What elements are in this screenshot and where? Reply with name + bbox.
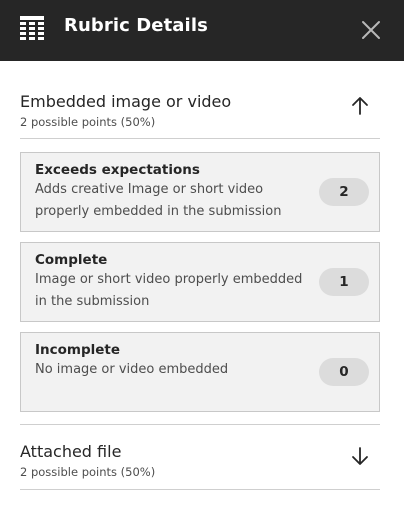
- section-divider: [20, 489, 380, 490]
- criterion-description: Image or short video properly embedded i…: [35, 272, 303, 309]
- criterion-name: Exceeds expectations: [35, 162, 200, 178]
- criterion-complete[interactable]: Complete Image or short video properly e…: [20, 242, 380, 322]
- criterion-name: Incomplete: [35, 342, 121, 358]
- expand-section-button[interactable]: [346, 442, 374, 470]
- criterion-exceeds-expectations[interactable]: Exceeds expectations Adds creative Image…: [20, 152, 380, 232]
- section-embedded-image: Embedded image or video 2 possible point…: [20, 92, 380, 129]
- rubric-grid-icon: [20, 16, 44, 42]
- section-points: 2 possible points (50%): [20, 465, 156, 479]
- panel-title: Rubric Details: [64, 15, 208, 36]
- arrow-up-icon: [352, 97, 368, 115]
- criterion-incomplete[interactable]: Incomplete No image or video embedded 0: [20, 332, 380, 412]
- criterion-points: 0: [319, 358, 369, 386]
- section-divider: [20, 424, 380, 425]
- section-title: Attached file: [20, 442, 122, 461]
- section-points: 2 possible points (50%): [20, 115, 156, 129]
- criterion-description: Adds creative Image or short video prope…: [35, 182, 282, 219]
- panel-header: Rubric Details: [0, 0, 404, 61]
- section-attached-file: Attached file 2 possible points (50%): [20, 442, 380, 479]
- section-title: Embedded image or video: [20, 92, 232, 111]
- section-divider: [20, 138, 380, 139]
- criterion-points: 1: [319, 268, 369, 296]
- criterion-description: No image or video embedded: [35, 362, 229, 377]
- collapse-section-button[interactable]: [346, 92, 374, 120]
- close-button[interactable]: [358, 17, 384, 43]
- criterion-name: Complete: [35, 252, 108, 268]
- arrow-down-icon: [352, 447, 368, 465]
- criterion-points: 2: [319, 178, 369, 206]
- close-icon: [362, 21, 380, 39]
